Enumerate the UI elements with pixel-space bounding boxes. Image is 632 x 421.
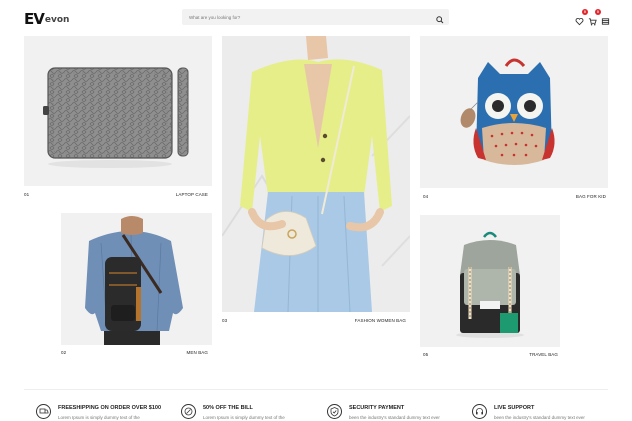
search-icon[interactable] <box>435 12 445 24</box>
product-number: 03 <box>222 318 228 323</box>
discount-icon <box>181 404 196 419</box>
product-name[interactable]: BAG FOR KID <box>576 194 606 199</box>
feature-desc: been the industry's standard dummy text … <box>349 415 440 420</box>
product-card-travel-bag[interactable]: 05 TRAVEL BAG <box>420 215 560 360</box>
product-card-fashion-women-bag[interactable]: 03 FASHION WOMEN BAG <box>222 36 410 328</box>
product-name[interactable]: LAPTOP CASE <box>176 192 208 197</box>
product-name[interactable]: FASHION WOMEN BAG <box>355 318 406 323</box>
shield-icon <box>327 404 342 419</box>
feature-desc: been the industry's standard dummy text … <box>494 415 585 420</box>
product-image-laptop-case[interactable] <box>24 36 212 186</box>
feature-title: 50% OFF THE BILL <box>203 405 253 411</box>
search-bar <box>182 9 449 25</box>
product-image-bag-for-kid[interactable] <box>420 36 608 188</box>
logo-text: evon <box>44 15 70 25</box>
feature-title: SECURITY PAYMENT <box>349 405 405 411</box>
product-number: 04 <box>423 194 429 199</box>
search-input[interactable] <box>189 11 419 23</box>
site-header: EV evon 0 0 <box>0 0 632 36</box>
product-card-bag-for-kid[interactable]: 04 BAG FOR KID <box>420 36 608 206</box>
product-name[interactable]: MEN BAG <box>187 350 208 355</box>
logo-mark: EV <box>24 10 45 28</box>
wishlist-icon[interactable]: 0 <box>575 9 588 26</box>
product-card-men-bag[interactable]: 02 MEN BAG <box>61 213 212 358</box>
feature-title: FREESHIPPING ON ORDER OVER $100 <box>58 405 161 411</box>
product-card-laptop-case[interactable]: 01 LAPTOP CASE <box>24 36 212 206</box>
product-number: 05 <box>423 352 429 357</box>
product-image-fashion-women-bag[interactable] <box>222 36 410 312</box>
features-divider <box>24 389 608 390</box>
cart-icon[interactable]: 0 <box>588 9 601 26</box>
feature-desc: Lorem Ipsum is simply dummy text of the <box>58 415 140 420</box>
product-image-men-bag[interactable] <box>61 213 212 345</box>
menu-icon[interactable] <box>601 13 610 25</box>
product-number: 01 <box>24 192 30 197</box>
product-image-travel-bag[interactable] <box>420 215 560 347</box>
product-name[interactable]: TRAVEL BAG <box>529 352 558 357</box>
shipping-icon <box>36 404 51 419</box>
logo[interactable]: EV evon <box>24 10 70 28</box>
headset-icon <box>472 404 487 419</box>
product-number: 02 <box>61 350 67 355</box>
feature-title: LIVE SUPPORT <box>494 405 535 411</box>
feature-desc: Lorem Ipsum is simply dummy text of the <box>203 415 285 420</box>
